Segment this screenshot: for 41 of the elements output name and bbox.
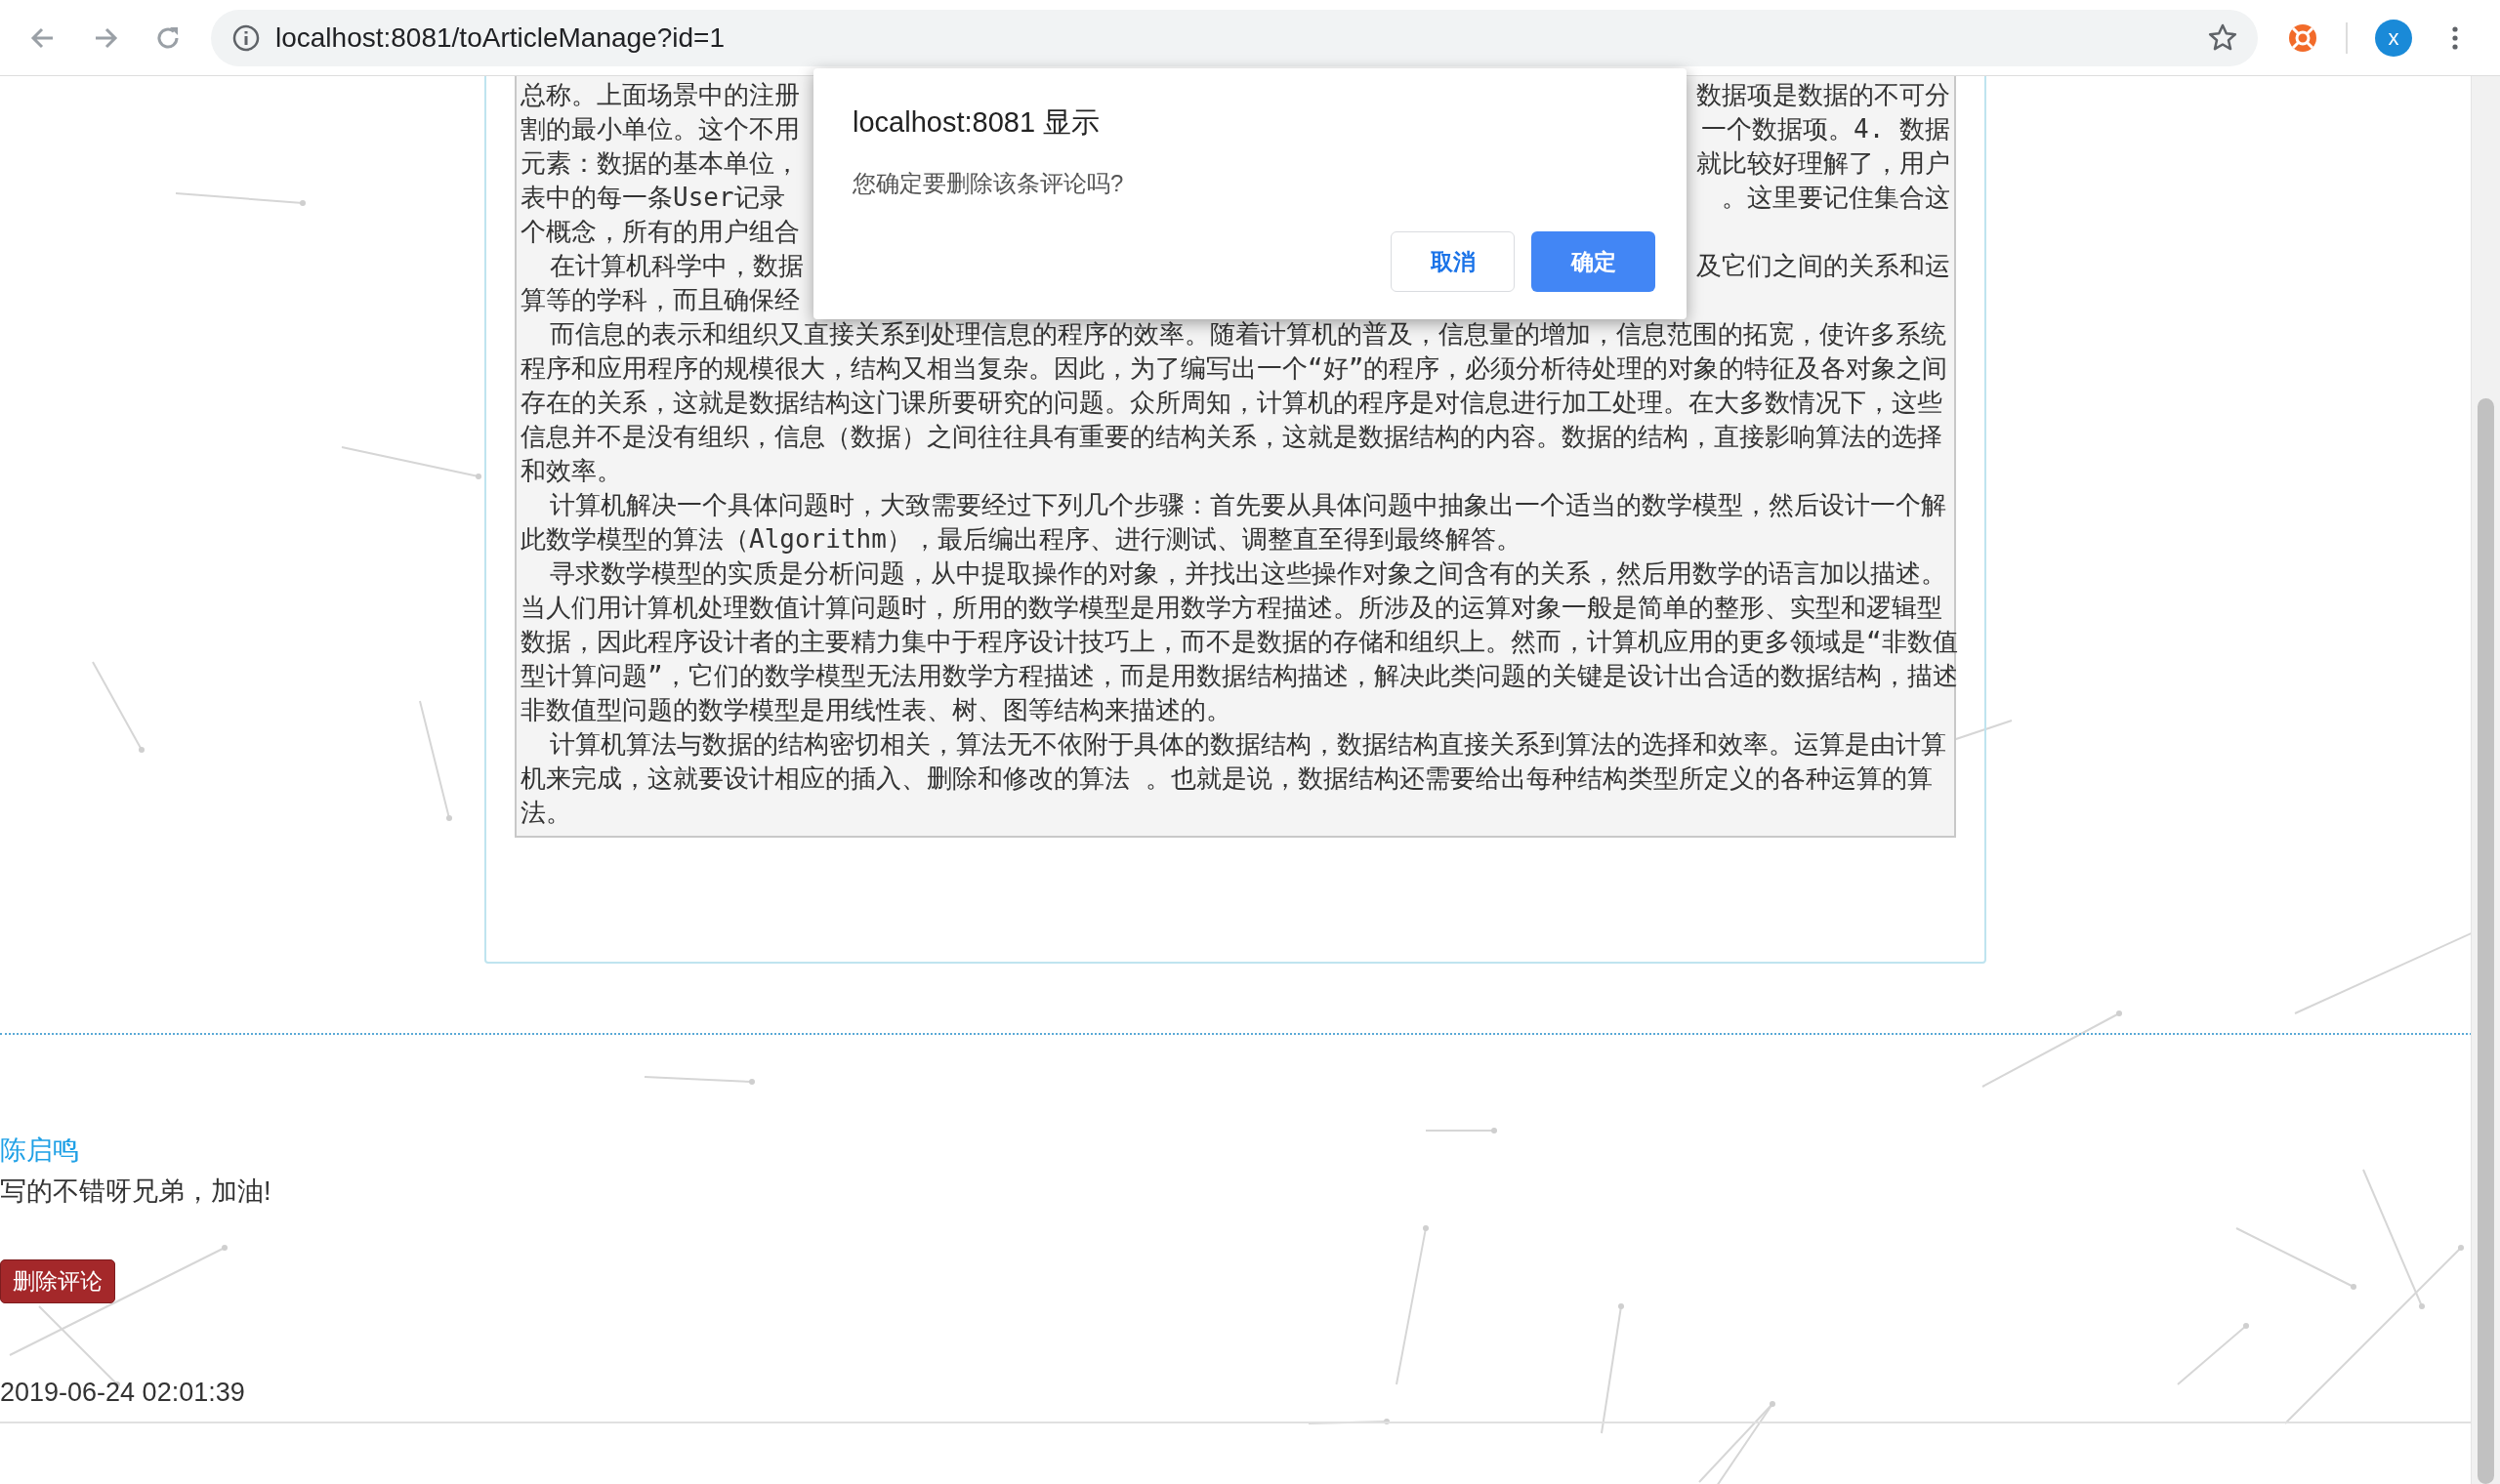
address-bar[interactable]: localhost:8081/toArticleManage?id=1 <box>211 9 2258 66</box>
cancel-button[interactable]: 取消 <box>1391 231 1515 292</box>
text-line: 计算机算法与数据的结构密切相关，算法无不依附于具体的数据结构，数据结构直接关系到算法的选择和效率。运算是由计算 <box>550 728 1946 761</box>
text-line: 表中的每一条User记录 <box>521 182 785 214</box>
text-line: 机来完成，这就要设计相应的插入、删除和修改的算法 。也就是说，数据结构还需要给出每种结构类型所定义的各种运算的算 <box>521 763 1933 795</box>
text-line: 总称。上面场景中的注册 <box>521 79 800 111</box>
text-line: 法。 <box>521 797 571 829</box>
text-line: 数据项是数据的不可分 <box>1696 79 1950 111</box>
text-line: 非数值型问题的数学模型是用线性表、树、图等结构来描述的。 <box>521 694 1231 726</box>
text-line: 计算机解决一个具体问题时，大致需要经过下列几个步骤：首先要从具体问题中抽象出一个适当的数学模型，然后设计一个解 <box>550 489 1946 521</box>
text-line: 就比较好理解了，用户 <box>1696 147 1950 180</box>
text-line: 寻求数学模型的实质是分析问题，从中提取操作的对象，并找出这些操作对象之间含有的关系，然后用数学的语言加以描述。 <box>550 557 1946 590</box>
text-line: 存在的关系，这就是数据结构这门课所要研究的问题。众所周知，计算机的程序是对信息进行加工处理。在大多数情况下，这些 <box>521 387 1942 419</box>
profile-avatar[interactable]: x <box>2375 19 2412 57</box>
delete-comment-button[interactable]: 删除评论 <box>0 1259 115 1303</box>
scrollbar-thumb[interactable] <box>2478 398 2494 1484</box>
url-text[interactable]: localhost:8081/toArticleManage?id=1 <box>275 21 2207 54</box>
text-line: 元素：数据的基本单位， <box>521 147 800 180</box>
text-line: 而信息的表示和组织又直接关系到处理信息的程序的效率。随着计算机的普及，信息量的增加，信息范围的拓宽，使许多系统 <box>550 318 1946 350</box>
text-line: 此数学模型的算法（Algorithm），最后编出程序、进行测试、调整直至得到最终解答。 <box>521 523 1521 556</box>
text-line: 当人们用计算机处理数值计算问题时，所用的数学模型是用数学方程描述。所涉及的运算对象一般是简单的整形、实型和逻辑型 <box>521 592 1942 624</box>
text-line: 信息并不是没有组织，信息（数据）之间往往具有重要的结构关系，这就是数据结构的内容。数据的结构，直接影响算法的选择 <box>521 421 1942 453</box>
text-line: 和效率。 <box>521 455 622 487</box>
text-line: 程序和应用程序的规模很大，结构又相当复杂。因此，为了编写出一个“好”的程序，必须分析待处理的对象的特征及各对象之间 <box>521 352 1948 385</box>
comment-text: 写的不错呀兄弟，加油! <box>0 1175 272 1208</box>
comment-time: 2019-06-24 02:01:39 <box>0 1378 246 1408</box>
scrollbar[interactable] <box>2471 76 2500 1484</box>
text-line: 。这里要记住集合这 <box>1722 182 1950 214</box>
text-line: 个概念，所有的用户组合 <box>521 216 800 248</box>
dialog-message: 您确定要删除该条评论吗? <box>853 169 1125 198</box>
text-line: 及它们之间的关系和运 <box>1696 250 1950 282</box>
text-line: 在计算机科学中，数据 <box>550 250 804 282</box>
text-line: 数据，因此程序设计者的主要精力集中于程序设计技巧上，而不是数据的存储和组织上。然而，计算机应用的更多领域是“非数值 <box>521 626 1958 658</box>
text-line: 割的最小单位。这个不用 <box>521 113 800 145</box>
text-line: 型计算问题”，它们的数学模型无法用数学方程描述，而是用数据结构描述，解决此类问题的关键是设计出合适的数据结构，描述 <box>521 660 1958 692</box>
confirm-button[interactable]: 确定 <box>1531 231 1655 292</box>
extension-icon[interactable] <box>2287 21 2318 54</box>
text-line: 算等的学科，而且确保经 <box>521 284 800 316</box>
text-line: 一个数据项。4. 数据 <box>1701 113 1950 145</box>
dialog-title: localhost:8081 显示 <box>853 105 1102 140</box>
comment-author[interactable]: 陈启鸣 <box>0 1133 79 1168</box>
